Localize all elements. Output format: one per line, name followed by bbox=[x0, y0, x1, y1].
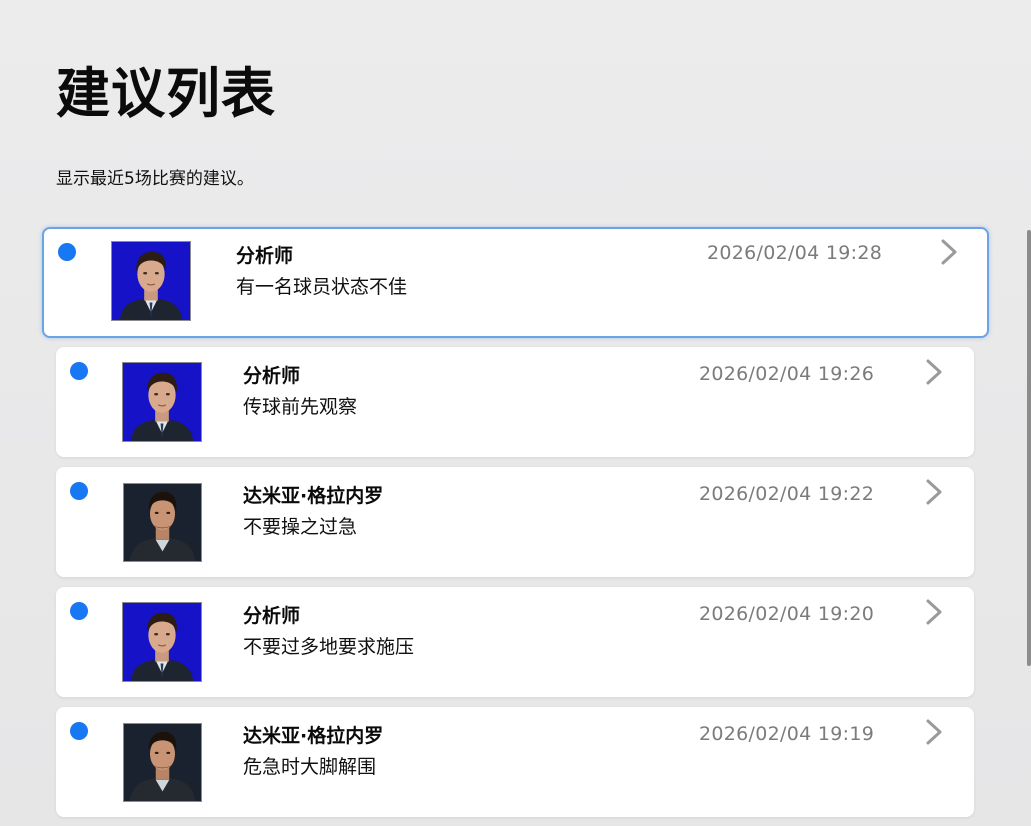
chevron-right-icon bbox=[939, 238, 959, 266]
scrollbar[interactable] bbox=[1027, 230, 1031, 666]
unread-dot bbox=[70, 722, 88, 740]
suggestion-list: 分析师 有一名球员状态不佳 2026/02/04 19:28 分析师 传球前先观… bbox=[0, 0, 1031, 826]
coach-portrait-icon bbox=[124, 484, 201, 561]
analyst-portrait-icon bbox=[123, 363, 201, 441]
suggestion-timestamp: 2026/02/04 19:19 bbox=[699, 723, 875, 745]
suggestion-author: 达米亚·格拉内罗 bbox=[243, 725, 384, 747]
suggestion-timestamp: 2026/02/04 19:26 bbox=[699, 363, 875, 385]
chevron-right-icon bbox=[924, 358, 944, 386]
suggestion-author: 分析师 bbox=[243, 605, 301, 627]
suggestion-card[interactable]: 达米亚·格拉内罗 危急时大脚解围 2026/02/04 19:19 bbox=[56, 707, 974, 817]
suggestion-timestamp: 2026/02/04 19:22 bbox=[699, 483, 875, 505]
unread-dot bbox=[70, 602, 88, 620]
suggestion-message: 不要操之过急 bbox=[243, 516, 358, 538]
avatar bbox=[122, 362, 202, 442]
avatar bbox=[123, 483, 202, 562]
suggestion-message: 传球前先观察 bbox=[243, 396, 358, 418]
suggestion-author: 达米亚·格拉内罗 bbox=[243, 485, 384, 507]
unread-dot bbox=[70, 362, 88, 380]
suggestion-card[interactable]: 分析师 有一名球员状态不佳 2026/02/04 19:28 bbox=[42, 227, 989, 338]
chevron-right-icon bbox=[924, 598, 944, 626]
suggestion-card[interactable]: 分析师 不要过多地要求施压 2026/02/04 19:20 bbox=[56, 587, 974, 697]
avatar bbox=[123, 723, 202, 802]
suggestion-timestamp: 2026/02/04 19:20 bbox=[699, 603, 875, 625]
coach-portrait-icon bbox=[124, 724, 201, 801]
analyst-portrait-icon bbox=[112, 242, 190, 320]
suggestion-card[interactable]: 达米亚·格拉内罗 不要操之过急 2026/02/04 19:22 bbox=[56, 467, 974, 577]
suggestion-message: 有一名球员状态不佳 bbox=[236, 276, 408, 298]
chevron-right-icon bbox=[924, 478, 944, 506]
suggestion-message: 危急时大脚解围 bbox=[243, 756, 377, 778]
suggestion-author: 分析师 bbox=[243, 365, 301, 387]
chevron-right-icon bbox=[924, 718, 944, 746]
suggestion-author: 分析师 bbox=[236, 245, 294, 267]
unread-dot bbox=[58, 243, 76, 261]
analyst-portrait-icon bbox=[123, 603, 201, 681]
unread-dot bbox=[70, 482, 88, 500]
avatar bbox=[111, 241, 191, 321]
avatar bbox=[122, 602, 202, 682]
suggestion-message: 不要过多地要求施压 bbox=[243, 636, 415, 658]
suggestion-card[interactable]: 分析师 传球前先观察 2026/02/04 19:26 bbox=[56, 347, 974, 457]
suggestion-timestamp: 2026/02/04 19:28 bbox=[707, 242, 883, 264]
